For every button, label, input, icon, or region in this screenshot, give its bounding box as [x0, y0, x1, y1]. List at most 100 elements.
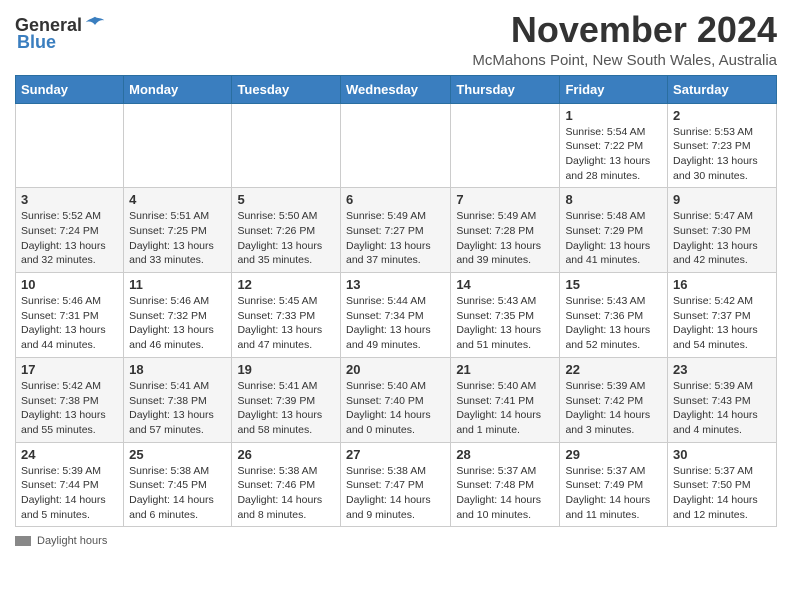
- calendar-day-cell: 30 Sunrise: 5:37 AM Sunset: 7:50 PM Dayli…: [668, 442, 777, 527]
- logo-bird-icon: [84, 14, 106, 36]
- calendar-day-cell: 18Sunrise: 5:41 AM Sunset: 7:38 PM Dayli…: [124, 357, 232, 442]
- day-info: Sunrise: 5:40 AM Sunset: 7:41 PM Dayligh…: [456, 379, 554, 438]
- day-info: Sunrise: 5:38 AM Sunset: 7:45 PM Dayligh…: [129, 464, 226, 523]
- day-number: 8: [565, 192, 662, 207]
- calendar-day-cell: 7 Sunrise: 5:49 AM Sunset: 7:28 PM Daylig…: [451, 188, 560, 273]
- day-info: Sunrise: 5:39 AM Sunset: 7:43 PM Dayligh…: [673, 379, 771, 438]
- calendar-week-row: 3 Sunrise: 5:52 AM Sunset: 7:24 PM Daylig…: [16, 188, 777, 273]
- day-number: 14: [456, 277, 554, 292]
- calendar-day-cell: 26 Sunrise: 5:38 AM Sunset: 7:46 PM Dayli…: [232, 442, 341, 527]
- day-number: 13: [346, 277, 445, 292]
- day-number: 21: [456, 362, 554, 377]
- day-info: Sunrise: 5:44 AM Sunset: 7:34 PM Dayligh…: [346, 294, 445, 353]
- calendar-day-cell: 19 Sunrise: 5:41 AM Sunset: 7:39 PM Dayli…: [232, 357, 341, 442]
- day-info: Sunrise: 5:39 AM Sunset: 7:42 PM Dayligh…: [565, 379, 662, 438]
- day-number: 29: [565, 447, 662, 462]
- calendar-day-cell: 27 Sunrise: 5:38 AM Sunset: 7:47 PM Dayli…: [340, 442, 450, 527]
- day-number: 30: [673, 447, 771, 462]
- calendar-day-cell: 8 Sunrise: 5:48 AM Sunset: 7:29 PM Daylig…: [560, 188, 668, 273]
- calendar-day-cell: 1Sunrise: 5:54 AM Sunset: 7:22 PM Daylig…: [560, 103, 668, 188]
- calendar-day-cell: [340, 103, 450, 188]
- day-number: 17: [21, 362, 118, 377]
- day-number: 4: [129, 192, 226, 207]
- calendar-day-cell: 28 Sunrise: 5:37 AM Sunset: 7:48 PM Dayli…: [451, 442, 560, 527]
- day-number: 28: [456, 447, 554, 462]
- calendar-day-cell: 5Sunrise: 5:50 AM Sunset: 7:26 PM Daylig…: [232, 188, 341, 273]
- day-number: 9: [673, 192, 771, 207]
- day-number: 10: [21, 277, 118, 292]
- day-info: Sunrise: 5:45 AM Sunset: 7:33 PM Dayligh…: [237, 294, 335, 353]
- day-number: 15: [565, 277, 662, 292]
- day-number: 20: [346, 362, 445, 377]
- day-info: Sunrise: 5:47 AM Sunset: 7:30 PM Dayligh…: [673, 209, 771, 268]
- title-block: November 2024 McMahons Point, New South …: [472, 10, 777, 69]
- calendar-day-cell: [232, 103, 341, 188]
- calendar-day-cell: 4 Sunrise: 5:51 AM Sunset: 7:25 PM Daylig…: [124, 188, 232, 273]
- calendar-header-row: SundayMondayTuesdayWednesdayThursdayFrid…: [16, 75, 777, 103]
- calendar-header-thursday: Thursday: [451, 75, 560, 103]
- calendar-day-cell: 20Sunrise: 5:40 AM Sunset: 7:40 PM Dayli…: [340, 357, 450, 442]
- day-info: Sunrise: 5:49 AM Sunset: 7:27 PM Dayligh…: [346, 209, 445, 268]
- day-info: Sunrise: 5:48 AM Sunset: 7:29 PM Dayligh…: [565, 209, 662, 268]
- day-info: Sunrise: 5:46 AM Sunset: 7:31 PM Dayligh…: [21, 294, 118, 353]
- calendar-day-cell: [124, 103, 232, 188]
- calendar-week-row: 1Sunrise: 5:54 AM Sunset: 7:22 PM Daylig…: [16, 103, 777, 188]
- legend-label: Daylight hours: [37, 535, 107, 547]
- calendar-day-cell: 23 Sunrise: 5:39 AM Sunset: 7:43 PM Dayli…: [668, 357, 777, 442]
- calendar-day-cell: [16, 103, 124, 188]
- day-number: 16: [673, 277, 771, 292]
- calendar-table: SundayMondayTuesdayWednesdayThursdayFrid…: [15, 75, 777, 528]
- calendar-header-sunday: Sunday: [16, 75, 124, 103]
- day-number: 22: [565, 362, 662, 377]
- calendar-day-cell: 29Sunrise: 5:37 AM Sunset: 7:49 PM Dayli…: [560, 442, 668, 527]
- day-info: Sunrise: 5:42 AM Sunset: 7:37 PM Dayligh…: [673, 294, 771, 353]
- calendar-day-cell: 2Sunrise: 5:53 AM Sunset: 7:23 PM Daylig…: [668, 103, 777, 188]
- day-number: 7: [456, 192, 554, 207]
- day-number: 27: [346, 447, 445, 462]
- logo: General Blue: [15, 10, 106, 53]
- location-subtitle: McMahons Point, New South Wales, Austral…: [472, 52, 777, 69]
- calendar-day-cell: 10 Sunrise: 5:46 AM Sunset: 7:31 PM Dayli…: [16, 273, 124, 358]
- day-info: Sunrise: 5:52 AM Sunset: 7:24 PM Dayligh…: [21, 209, 118, 268]
- calendar-day-cell: 15Sunrise: 5:43 AM Sunset: 7:36 PM Dayli…: [560, 273, 668, 358]
- calendar-day-cell: [451, 103, 560, 188]
- day-info: Sunrise: 5:51 AM Sunset: 7:25 PM Dayligh…: [129, 209, 226, 268]
- day-info: Sunrise: 5:46 AM Sunset: 7:32 PM Dayligh…: [129, 294, 226, 353]
- calendar-day-cell: 3 Sunrise: 5:52 AM Sunset: 7:24 PM Daylig…: [16, 188, 124, 273]
- legend-box-icon: [15, 536, 31, 546]
- calendar-day-cell: 25Sunrise: 5:38 AM Sunset: 7:45 PM Dayli…: [124, 442, 232, 527]
- day-number: 11: [129, 277, 226, 292]
- footer: Daylight hours: [15, 535, 777, 547]
- day-info: Sunrise: 5:54 AM Sunset: 7:22 PM Dayligh…: [565, 125, 662, 184]
- day-info: Sunrise: 5:53 AM Sunset: 7:23 PM Dayligh…: [673, 125, 771, 184]
- day-info: Sunrise: 5:37 AM Sunset: 7:50 PM Dayligh…: [673, 464, 771, 523]
- calendar-day-cell: 12 Sunrise: 5:45 AM Sunset: 7:33 PM Dayli…: [232, 273, 341, 358]
- day-number: 23: [673, 362, 771, 377]
- calendar-week-row: 17Sunrise: 5:42 AM Sunset: 7:38 PM Dayli…: [16, 357, 777, 442]
- day-number: 12: [237, 277, 335, 292]
- day-info: Sunrise: 5:41 AM Sunset: 7:39 PM Dayligh…: [237, 379, 335, 438]
- day-info: Sunrise: 5:37 AM Sunset: 7:48 PM Dayligh…: [456, 464, 554, 523]
- day-info: Sunrise: 5:38 AM Sunset: 7:46 PM Dayligh…: [237, 464, 335, 523]
- day-info: Sunrise: 5:38 AM Sunset: 7:47 PM Dayligh…: [346, 464, 445, 523]
- calendar-header-tuesday: Tuesday: [232, 75, 341, 103]
- day-info: Sunrise: 5:50 AM Sunset: 7:26 PM Dayligh…: [237, 209, 335, 268]
- calendar-header-monday: Monday: [124, 75, 232, 103]
- day-number: 3: [21, 192, 118, 207]
- calendar-header-saturday: Saturday: [668, 75, 777, 103]
- day-info: Sunrise: 5:49 AM Sunset: 7:28 PM Dayligh…: [456, 209, 554, 268]
- calendar-day-cell: 21 Sunrise: 5:40 AM Sunset: 7:41 PM Dayli…: [451, 357, 560, 442]
- calendar-day-cell: 22 Sunrise: 5:39 AM Sunset: 7:42 PM Dayli…: [560, 357, 668, 442]
- calendar-week-row: 24Sunrise: 5:39 AM Sunset: 7:44 PM Dayli…: [16, 442, 777, 527]
- day-number: 26: [237, 447, 335, 462]
- day-info: Sunrise: 5:39 AM Sunset: 7:44 PM Dayligh…: [21, 464, 118, 523]
- day-number: 18: [129, 362, 226, 377]
- logo-blue-text: Blue: [17, 32, 56, 53]
- calendar-day-cell: 6Sunrise: 5:49 AM Sunset: 7:27 PM Daylig…: [340, 188, 450, 273]
- calendar-week-row: 10 Sunrise: 5:46 AM Sunset: 7:31 PM Dayli…: [16, 273, 777, 358]
- calendar-header-wednesday: Wednesday: [340, 75, 450, 103]
- day-number: 19: [237, 362, 335, 377]
- calendar-day-cell: 14 Sunrise: 5:43 AM Sunset: 7:35 PM Dayli…: [451, 273, 560, 358]
- calendar-day-cell: 17Sunrise: 5:42 AM Sunset: 7:38 PM Dayli…: [16, 357, 124, 442]
- day-info: Sunrise: 5:43 AM Sunset: 7:35 PM Dayligh…: [456, 294, 554, 353]
